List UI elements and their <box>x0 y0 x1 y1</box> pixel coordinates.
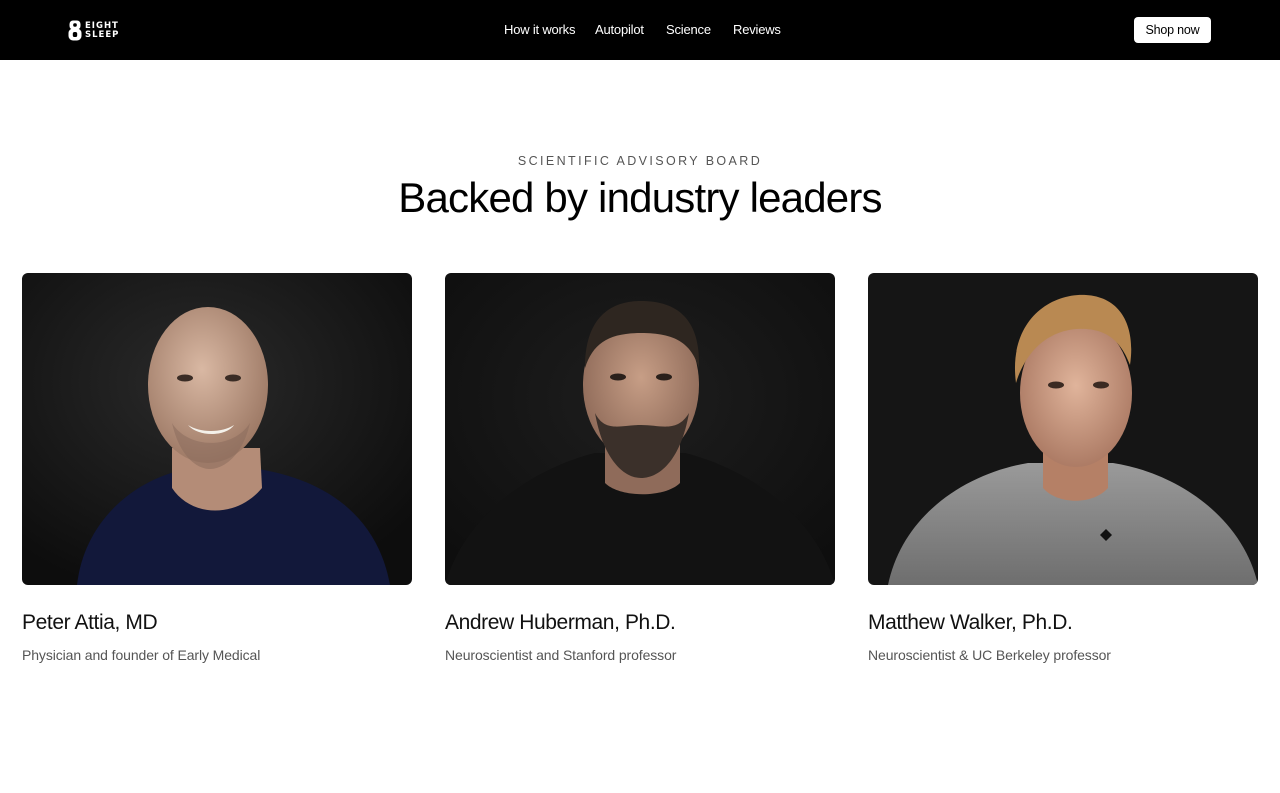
top-navigation-bar: EIGHT SLEEP How it works Autopilot Scien… <box>0 0 1280 60</box>
advisor-photo <box>22 273 412 585</box>
advisor-portrait-image <box>22 273 412 585</box>
advisor-portrait-image <box>868 273 1258 585</box>
nav-link-science[interactable]: Science <box>666 21 711 39</box>
section-eyebrow: SCIENTIFIC ADVISORY BOARD <box>517 154 763 168</box>
nav-link-reviews[interactable]: Reviews <box>733 21 781 39</box>
advisor-role: Neuroscientist and Stanford professor <box>445 647 677 663</box>
advisor-portrait-image <box>445 273 835 585</box>
section-title: Backed by industry leaders <box>398 174 882 221</box>
shop-now-button[interactable]: Shop now <box>1134 17 1211 43</box>
advisor-name: Peter Attia, MD <box>22 611 158 634</box>
advisor-name: Matthew Walker, Ph.D. <box>868 611 1073 634</box>
advisor-photo <box>868 273 1258 585</box>
nav-link-autopilot[interactable]: Autopilot <box>595 21 644 39</box>
advisor-role: Physician and founder of Early Medical <box>22 647 261 663</box>
nav-link-how-it-works[interactable]: How it works <box>504 21 575 39</box>
advisor-role: Neuroscientist & UC Berkeley professor <box>868 647 1111 663</box>
advisor-name: Andrew Huberman, Ph.D. <box>445 611 676 634</box>
main-nav: How it works Autopilot Science Reviews <box>0 21 1280 39</box>
advisor-photo <box>445 273 835 585</box>
